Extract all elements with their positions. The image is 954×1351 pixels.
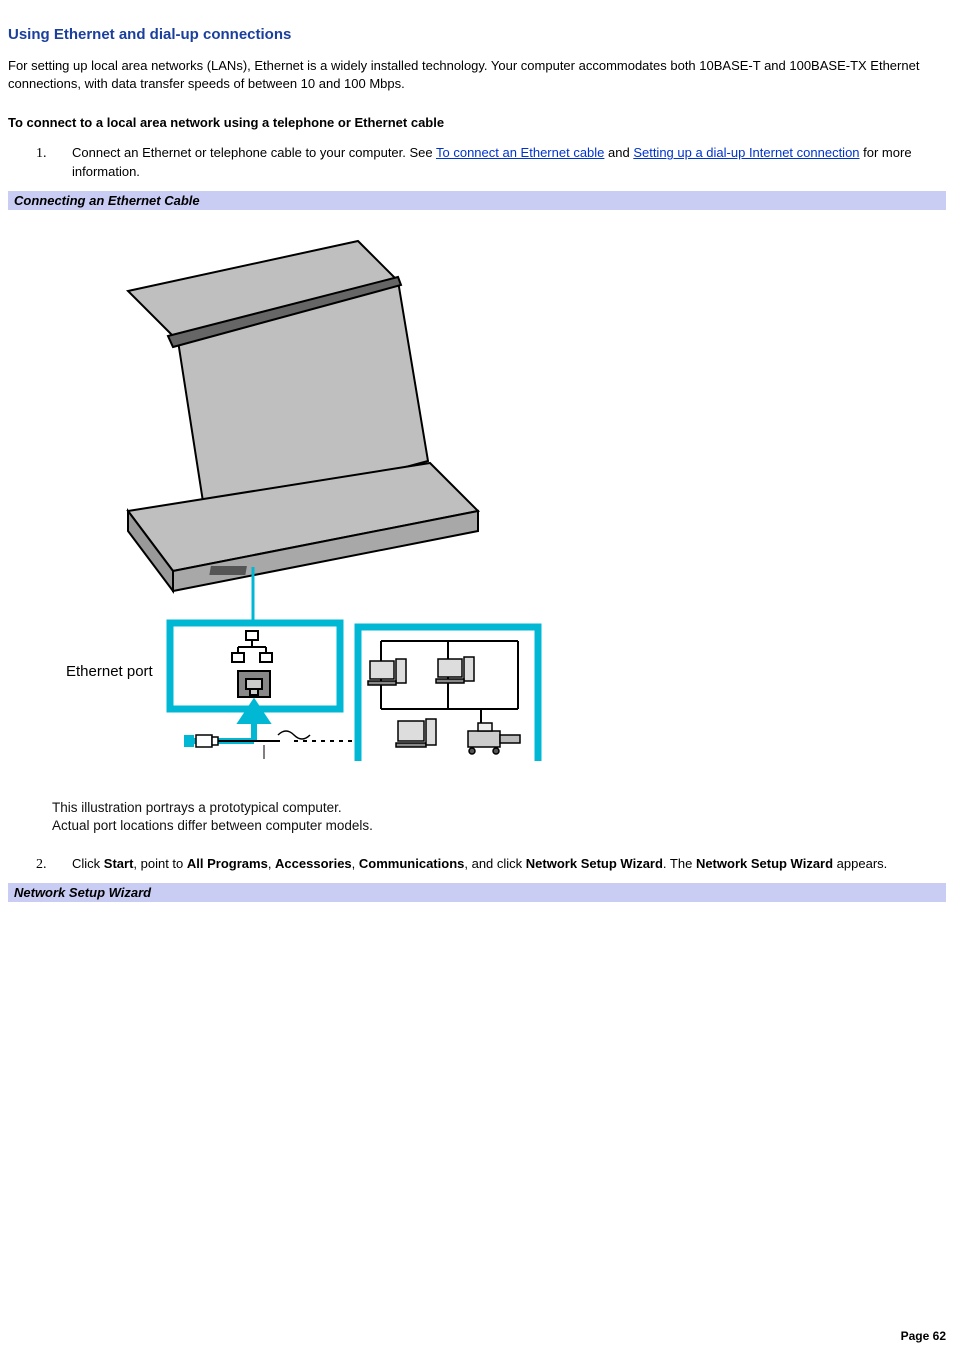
step-1: Connect an Ethernet or telephone cable t… (54, 144, 946, 180)
page-title: Using Ethernet and dial-up connections (8, 26, 946, 43)
link-setup-dialup[interactable]: Setting up a dial-up Internet connection (633, 145, 859, 160)
label-ethernet-port: Ethernet port (66, 663, 154, 680)
step-2: Click Start, point to All Programs, Acce… (54, 855, 946, 873)
figure-ethernet-diagram: Ethernet port Ethernet cable (8, 211, 946, 781)
caption-line-1: This illustration portrays a prototypica… (52, 799, 946, 817)
bold-all-programs: All Programs (187, 856, 268, 871)
step-1-text-mid: and (604, 145, 633, 160)
caption-line-2: Actual port locations differ between com… (52, 817, 946, 835)
bold-start: Start (104, 856, 134, 871)
bold-communications: Communications (359, 856, 464, 871)
link-connect-ethernet-cable[interactable]: To connect an Ethernet cable (436, 145, 604, 160)
figure-bar-ethernet: Connecting an Ethernet Cable (8, 191, 946, 211)
bold-network-setup-wizard: Network Setup Wizard (526, 856, 663, 871)
illustration-caption: This illustration portrays a prototypica… (52, 799, 946, 835)
step-1-text-pre: Connect an Ethernet or telephone cable t… (72, 145, 436, 160)
bold-network-setup-wizard-2: Network Setup Wizard (696, 856, 833, 871)
intro-paragraph: For setting up local area networks (LANs… (8, 57, 946, 93)
figure-bar-network-wizard: Network Setup Wizard (8, 883, 946, 903)
page-number: Page 62 (901, 1329, 946, 1343)
bold-accessories: Accessories (275, 856, 352, 871)
laptop-ethernet-illustration-icon: Ethernet port Ethernet cable (48, 231, 548, 761)
procedure-heading: To connect to a local area network using… (8, 115, 946, 130)
